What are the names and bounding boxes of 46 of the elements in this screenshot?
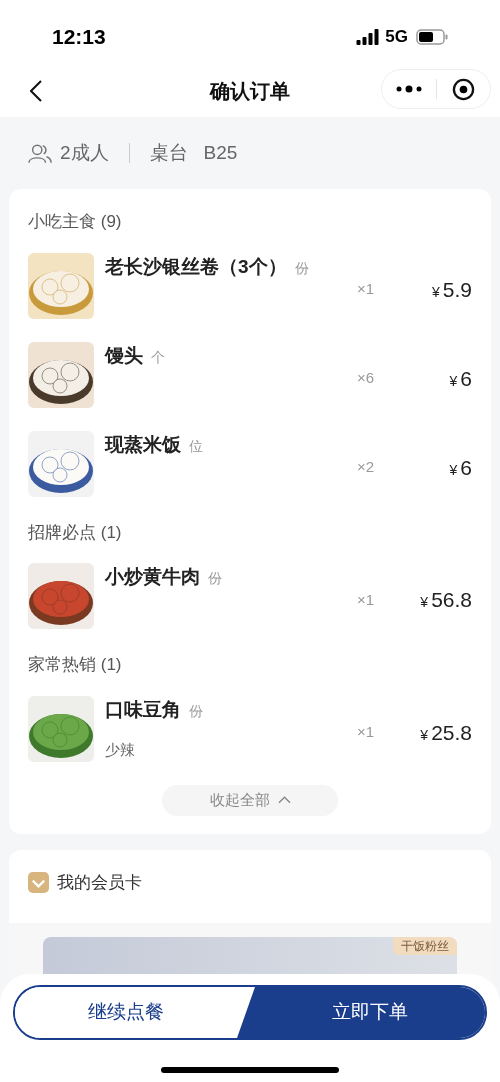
guest-count: 2成人 xyxy=(60,140,109,165)
more-icon xyxy=(395,85,422,93)
status-time: 12:13 xyxy=(52,23,106,50)
people-icon xyxy=(28,142,52,164)
dish-unit: 份 xyxy=(189,701,203,721)
dish-name: 小炒黄牛肉 xyxy=(105,565,200,589)
dish-price: 56.8 xyxy=(431,587,472,614)
back-icon xyxy=(30,80,42,102)
group-title: 家常热销 (1) xyxy=(28,654,123,676)
currency-symbol: ¥ xyxy=(420,593,429,613)
group-title: 招牌必点 (1) xyxy=(28,521,123,544)
dish-note: 少辣 xyxy=(105,740,136,760)
dish-unit: 份 xyxy=(208,569,222,588)
dish-price: 25.8 xyxy=(431,719,472,746)
dish-price: 5.9 xyxy=(442,276,472,303)
network-label: 5G xyxy=(385,25,408,48)
currency-symbol: ¥ xyxy=(420,725,429,745)
group-title: 小吃主食 (9) xyxy=(28,211,123,233)
table-label: 桌台 xyxy=(149,140,188,165)
dish-unit: 位 xyxy=(189,436,203,456)
dish-quantity: ×1 xyxy=(355,279,374,300)
currency-symbol: ¥ xyxy=(432,282,440,302)
member-badge-icon xyxy=(28,871,49,893)
dish-quantity: ×1 xyxy=(355,589,374,610)
currency-symbol: ¥ xyxy=(449,371,458,391)
dish-quantity: ×1 xyxy=(355,722,374,743)
table-number: B25 xyxy=(203,140,238,165)
dish-quantity: ×6 xyxy=(355,368,374,389)
dish-name: 现蒸米饭 xyxy=(105,432,181,457)
dish-quantity: ×2 xyxy=(355,457,374,478)
battery-icon xyxy=(416,28,448,45)
currency-symbol: ¥ xyxy=(449,460,458,480)
signal-icon xyxy=(356,28,382,45)
member-title: 我的会员卡 xyxy=(57,871,142,894)
dish-price: 6 xyxy=(460,454,472,481)
submit-order-button[interactable]: 立即下单 xyxy=(237,987,485,1038)
dish-name: 老长沙银丝卷（3个） xyxy=(105,254,287,279)
dish-name: 口味豆角 xyxy=(105,697,181,722)
dish-unit: 个 xyxy=(151,347,165,367)
dish-price: 6 xyxy=(460,365,472,392)
page-title: 确认订单 xyxy=(210,79,290,104)
dish-name: 馒头 xyxy=(105,343,143,368)
dish-unit: 份 xyxy=(294,258,309,278)
target-icon xyxy=(451,77,475,101)
member-tag: 干饭粉丝 xyxy=(393,937,457,955)
chevron-up-icon xyxy=(277,796,291,804)
